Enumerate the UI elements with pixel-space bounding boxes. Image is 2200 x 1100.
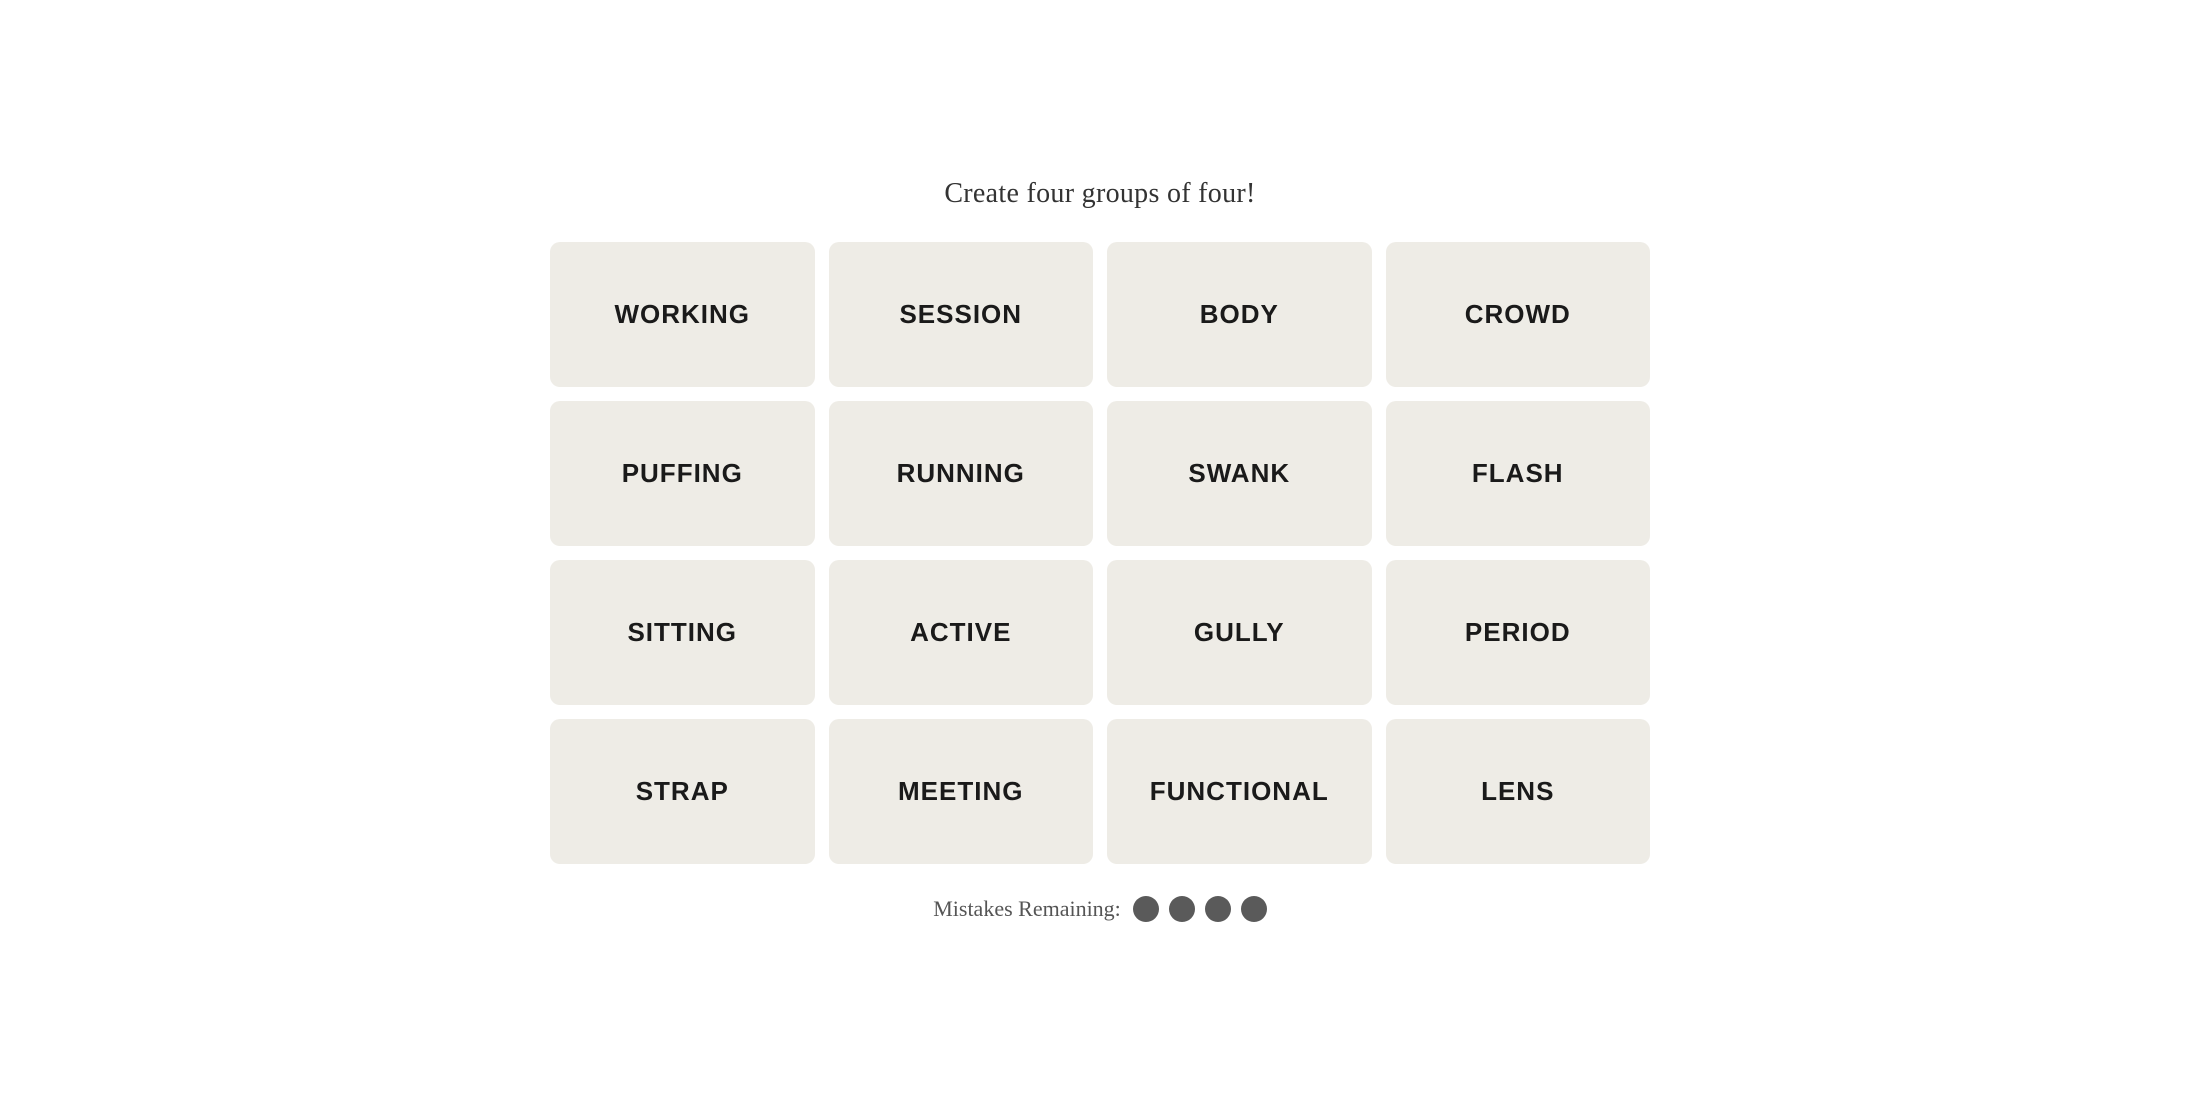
word-label-body: BODY <box>1200 299 1279 330</box>
word-label-gully: GULLY <box>1194 617 1285 648</box>
word-label-meeting: MEETING <box>898 776 1023 807</box>
word-card-functional[interactable]: FUNCTIONAL <box>1107 719 1372 864</box>
word-label-puffing: PUFFING <box>622 458 743 489</box>
word-card-sitting[interactable]: SITTING <box>550 560 815 705</box>
word-label-strap: STRAP <box>636 776 729 807</box>
word-label-working: WORKING <box>614 299 750 330</box>
word-card-gully[interactable]: GULLY <box>1107 560 1372 705</box>
word-card-active[interactable]: ACTIVE <box>829 560 1094 705</box>
mistake-dot-2 <box>1169 896 1195 922</box>
word-label-period: PERIOD <box>1465 617 1571 648</box>
mistakes-label: Mistakes Remaining: <box>933 896 1121 922</box>
word-card-swank[interactable]: SWANK <box>1107 401 1372 546</box>
word-card-lens[interactable]: LENS <box>1386 719 1651 864</box>
word-card-puffing[interactable]: PUFFING <box>550 401 815 546</box>
mistakes-area: Mistakes Remaining: <box>933 896 1267 922</box>
mistake-dot-1 <box>1133 896 1159 922</box>
word-label-functional: FUNCTIONAL <box>1150 776 1329 807</box>
word-card-period[interactable]: PERIOD <box>1386 560 1651 705</box>
word-label-lens: LENS <box>1481 776 1554 807</box>
word-label-swank: SWANK <box>1188 458 1290 489</box>
word-label-session: SESSION <box>899 299 1022 330</box>
game-subtitle: Create four groups of four! <box>944 178 1255 210</box>
word-card-flash[interactable]: FLASH <box>1386 401 1651 546</box>
word-card-working[interactable]: WORKING <box>550 242 815 387</box>
word-card-strap[interactable]: STRAP <box>550 719 815 864</box>
word-label-crowd: CROWD <box>1465 299 1571 330</box>
word-card-crowd[interactable]: CROWD <box>1386 242 1651 387</box>
mistake-dot-4 <box>1241 896 1267 922</box>
word-label-sitting: SITTING <box>627 617 737 648</box>
game-container: Create four groups of four! WORKING SESSI… <box>550 178 1650 922</box>
mistakes-dots <box>1133 896 1267 922</box>
mistake-dot-3 <box>1205 896 1231 922</box>
word-card-running[interactable]: RUNNING <box>829 401 1094 546</box>
word-card-session[interactable]: SESSION <box>829 242 1094 387</box>
word-label-active: ACTIVE <box>910 617 1011 648</box>
word-label-running: RUNNING <box>897 458 1025 489</box>
word-card-body[interactable]: BODY <box>1107 242 1372 387</box>
word-label-flash: FLASH <box>1472 458 1564 489</box>
word-card-meeting[interactable]: MEETING <box>829 719 1094 864</box>
word-grid: WORKING SESSION BODY CROWD PUFFING RUNNING SWA… <box>550 242 1650 864</box>
